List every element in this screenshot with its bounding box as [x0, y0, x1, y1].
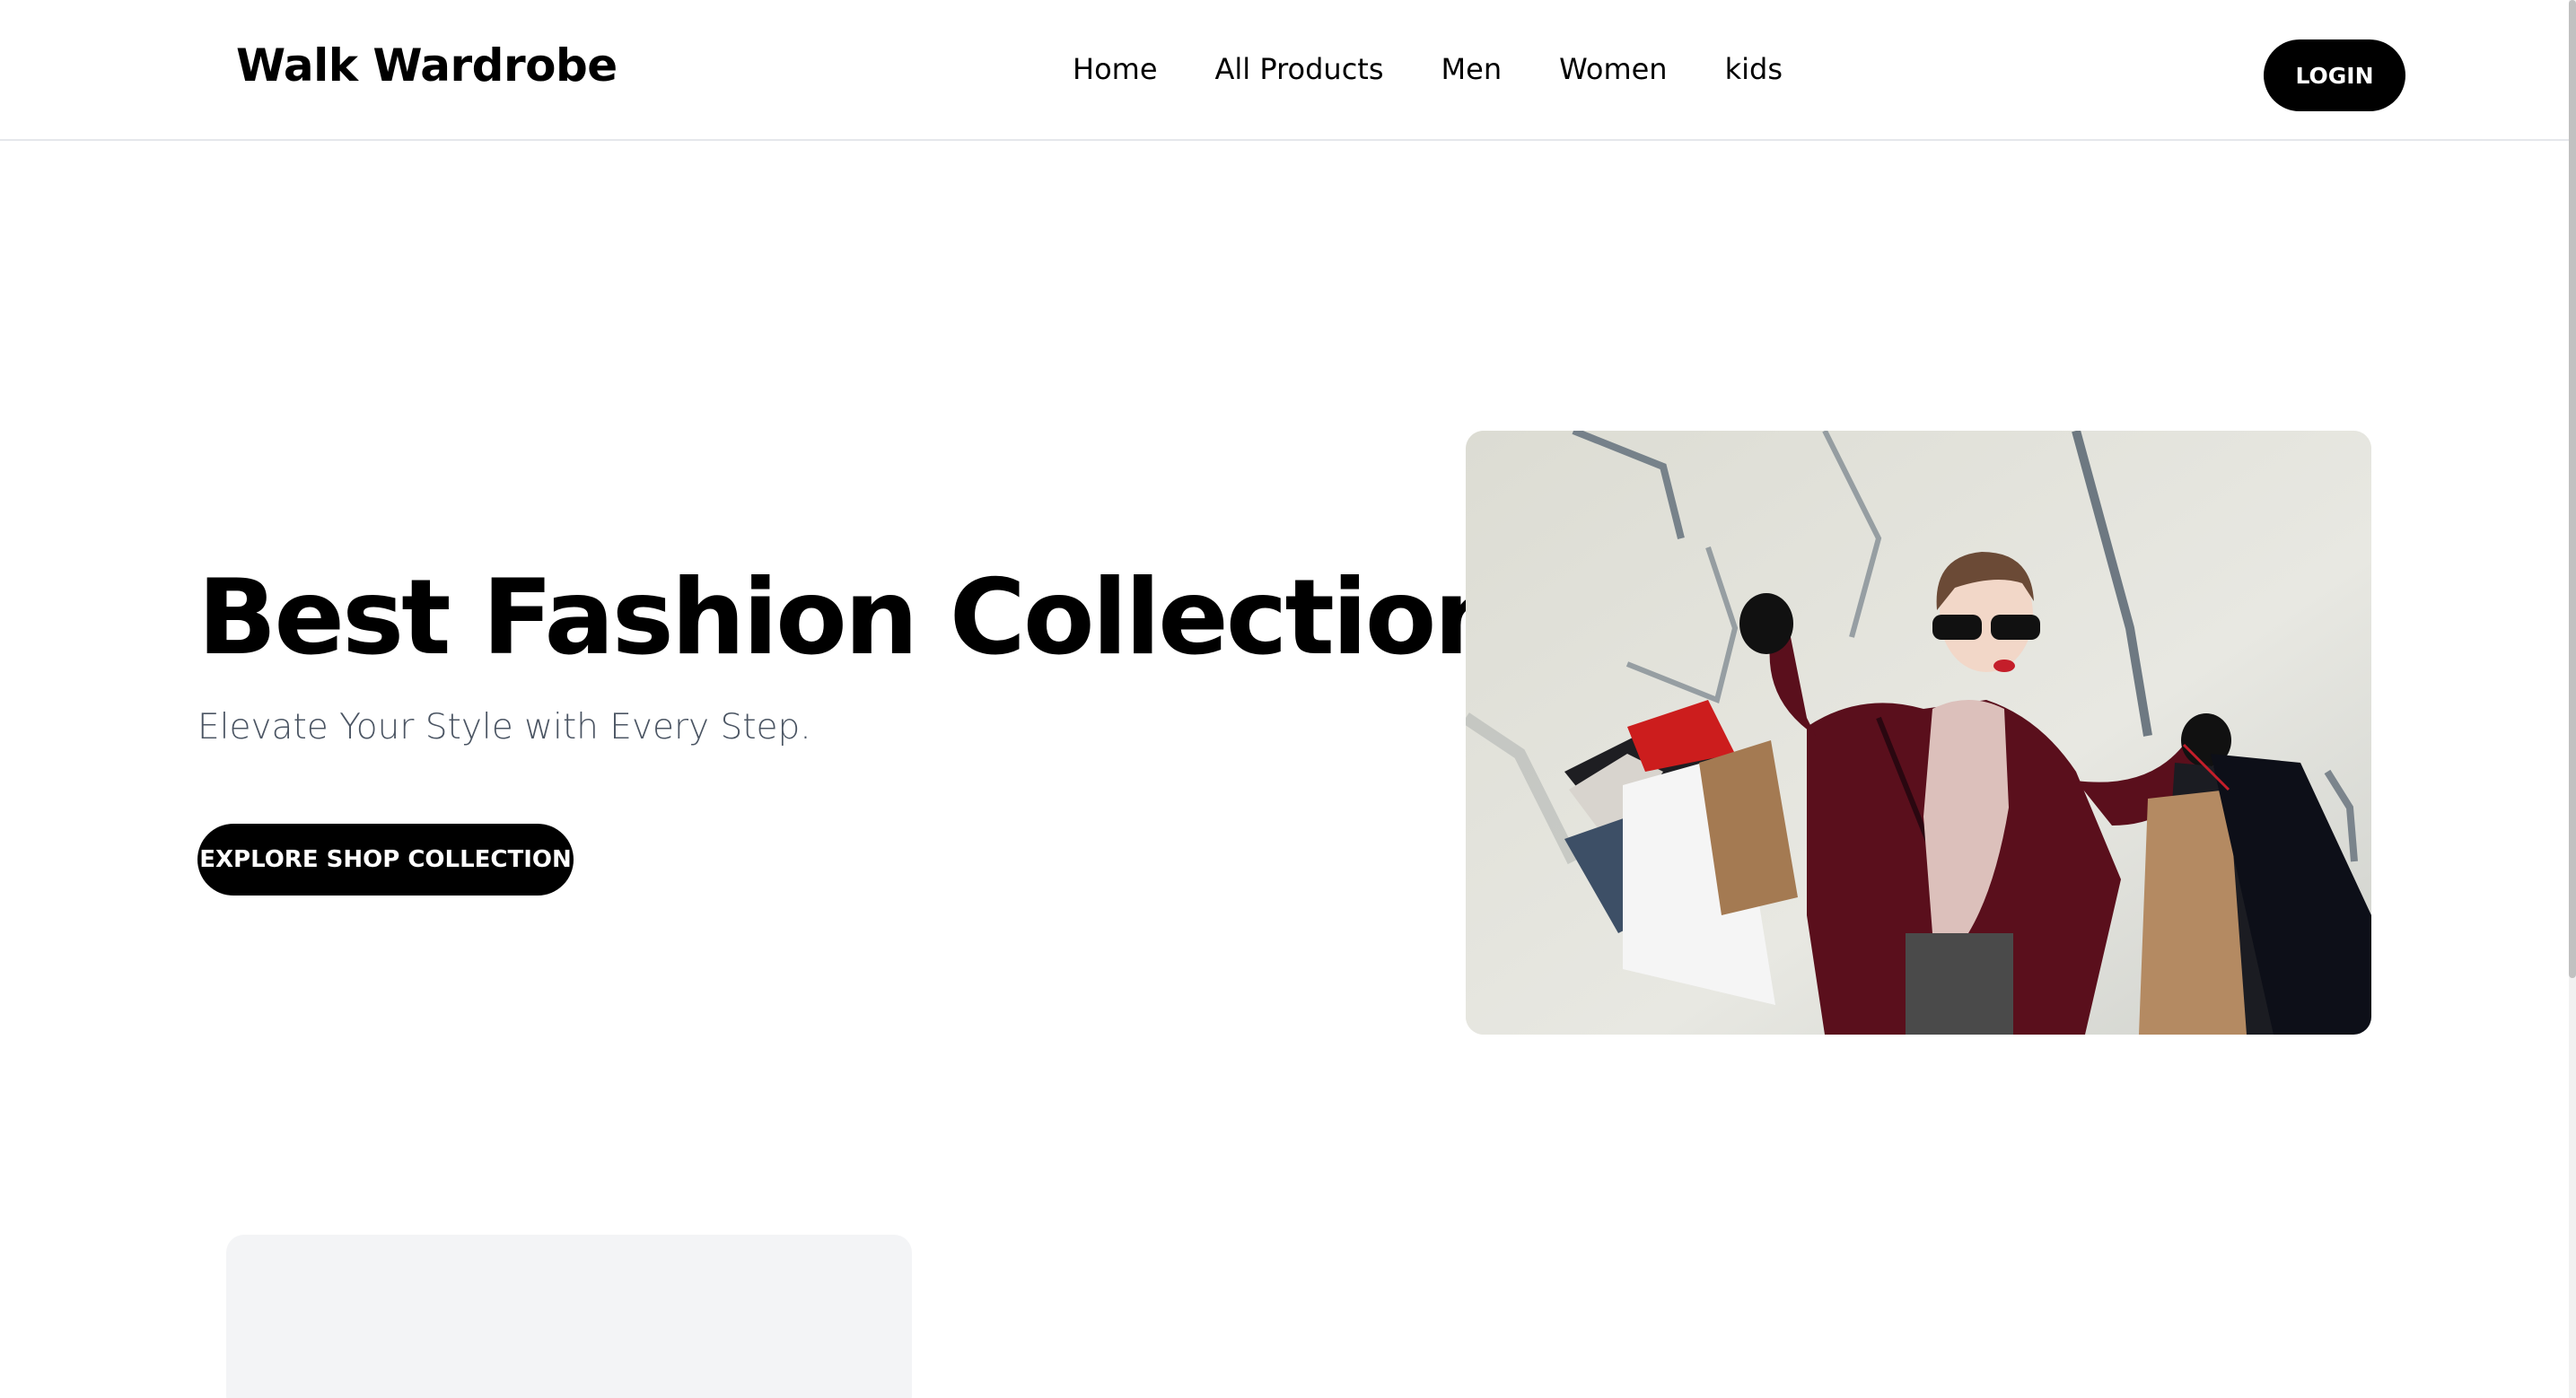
hero-subtitle: Elevate Your Style with Every Step.: [197, 707, 811, 747]
nav-item-kids[interactable]: kids: [1725, 52, 1783, 86]
site-header: Walk Wardrobe Home All Products Men Wome…: [0, 0, 2569, 141]
brand-logo[interactable]: Walk Wardrobe: [236, 39, 618, 92]
nav-item-women[interactable]: Women: [1559, 52, 1667, 86]
main-nav: Home All Products Men Women kids: [1073, 52, 1783, 86]
login-button[interactable]: LOGIN: [2264, 39, 2405, 111]
nav-item-all-products[interactable]: All Products: [1215, 52, 1384, 86]
nav-item-home[interactable]: Home: [1073, 52, 1158, 86]
scrollbar-thumb[interactable]: [2569, 0, 2576, 978]
hero-image: [1466, 431, 2371, 1035]
nav-item-men[interactable]: Men: [1441, 52, 1503, 86]
woman-with-shopping-bags-icon: [1466, 431, 2371, 1035]
product-card-placeholder: [226, 1235, 912, 1398]
hero-title: Best Fashion Collection: [197, 557, 1508, 678]
page: Walk Wardrobe Home All Products Men Wome…: [0, 0, 2576, 1398]
explore-shop-collection-button[interactable]: EXPLORE SHOP COLLECTION: [197, 824, 574, 896]
